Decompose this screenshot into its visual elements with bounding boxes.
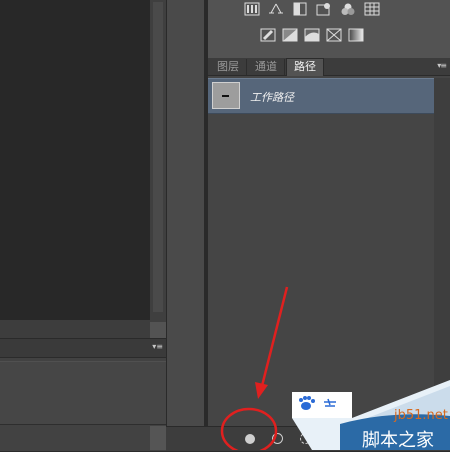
- color-balance-icon[interactable]: [340, 2, 356, 16]
- exposure-icon[interactable]: [292, 2, 308, 16]
- hue-saturation-icon[interactable]: [316, 2, 332, 16]
- panel-tab-bar: 图层 通道 路径 ▾≡: [208, 58, 450, 76]
- selective-color-icon[interactable]: [326, 28, 342, 42]
- tab-paths[interactable]: 路径: [286, 58, 324, 76]
- invert-icon[interactable]: [260, 28, 276, 42]
- canvas-vertical-scrollbar[interactable]: [150, 0, 166, 322]
- levels-icon[interactable]: [244, 2, 260, 16]
- watermark-site: jb51.net: [394, 408, 448, 423]
- path-thumbnail-mark: [222, 95, 229, 97]
- scroll-corner: [150, 322, 166, 338]
- panel-dock-column: [166, 0, 205, 450]
- path-thumbnail: [212, 82, 240, 109]
- threshold-icon[interactable]: [304, 28, 320, 42]
- paw-icon: [299, 396, 336, 410]
- tab-channels[interactable]: 通道: [248, 59, 285, 75]
- lower-panel-header: ▾≡: [0, 339, 166, 358]
- tab-layers[interactable]: 图层: [210, 59, 247, 75]
- adjustments-panel: [208, 0, 450, 59]
- posterize-icon[interactable]: [282, 28, 298, 42]
- scrollbar-thumb[interactable]: [153, 2, 163, 312]
- watermark-brand: 脚本之家: [362, 430, 434, 451]
- gradient-map-icon[interactable]: [348, 28, 364, 42]
- fill-path-icon[interactable]: [245, 434, 255, 444]
- stroke-path-icon[interactable]: [272, 433, 283, 444]
- baidu-logo-box: [292, 392, 352, 418]
- panel-menu-icon[interactable]: ▾≡: [437, 61, 447, 70]
- watermark: jb51.net 脚本之家: [292, 380, 450, 451]
- lower-panel: ▾≡: [0, 338, 166, 451]
- panel-menu-icon[interactable]: ▾≡: [152, 342, 163, 351]
- document-canvas[interactable]: [0, 0, 150, 320]
- path-name: 工作路径: [250, 91, 294, 104]
- curves-icon[interactable]: [268, 2, 284, 16]
- canvas-horizontal-scrollbar[interactable]: [0, 320, 150, 338]
- lower-panel-scrollbar[interactable]: [150, 426, 166, 450]
- color-lookup-icon[interactable]: [364, 2, 380, 16]
- lower-panel-body: [0, 361, 166, 425]
- path-item-work-path[interactable]: 工作路径: [208, 78, 434, 114]
